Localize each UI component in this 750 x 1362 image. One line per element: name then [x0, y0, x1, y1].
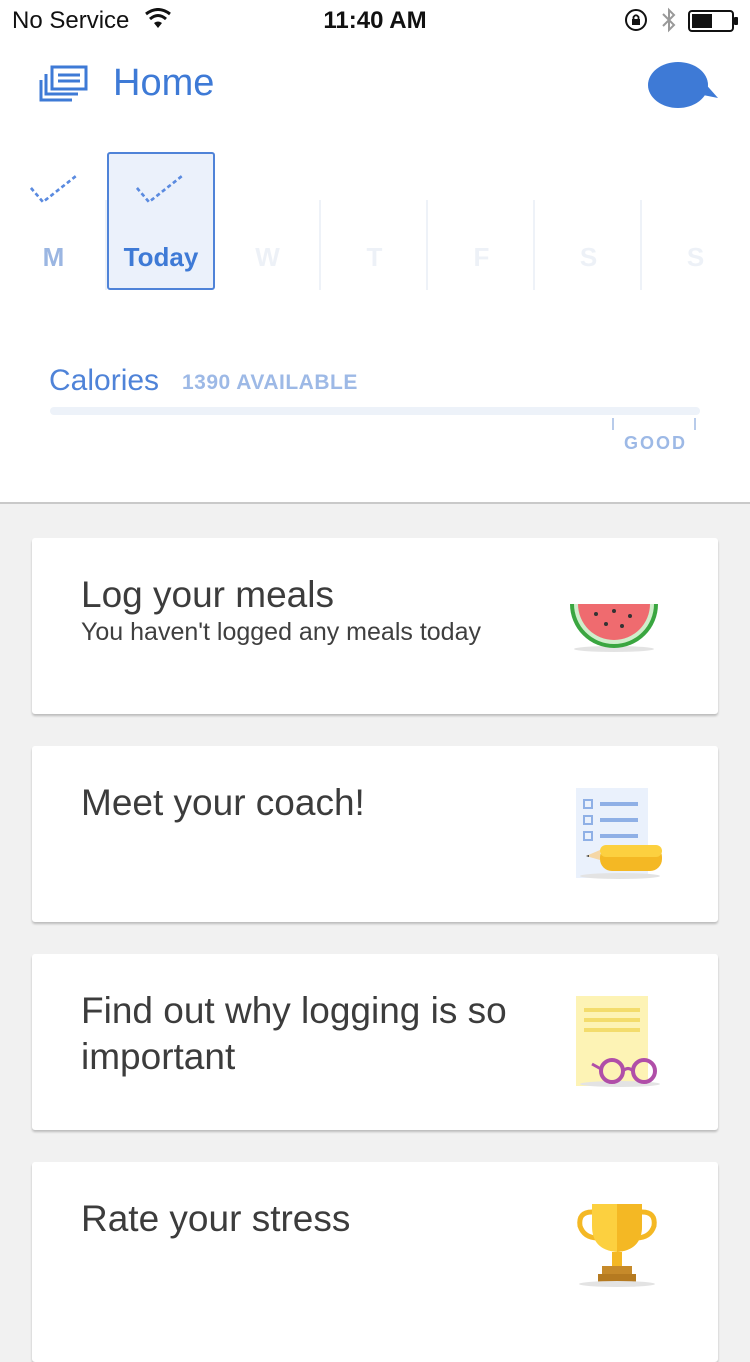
dashed-check-icon [136, 175, 183, 204]
page-title: Home [113, 62, 215, 104]
card-title: Find out why logging is so important [81, 990, 507, 1077]
day-label: T [366, 242, 383, 272]
card-logging-importance[interactable]: Find out why logging is so important [32, 954, 718, 1130]
day-label: F [473, 242, 490, 272]
day-saturday[interactable]: S [535, 200, 642, 290]
trophy-icon [577, 1204, 657, 1287]
week-strip: M W T F S S Today [0, 150, 750, 292]
day-label: W [255, 242, 280, 272]
calories-progress-track [50, 407, 700, 415]
battery-icon [688, 10, 738, 32]
card-rate-stress[interactable]: Rate your stress [32, 1162, 718, 1362]
bluetooth-icon [662, 7, 676, 33]
card-subtitle: You haven't logged any meals today [81, 618, 481, 646]
card-title: Rate your stress [81, 1198, 351, 1239]
card-title: Log your meals [81, 574, 334, 615]
watermelon-icon [570, 604, 658, 652]
day-sunday[interactable]: S [642, 200, 749, 290]
day-monday[interactable]: M [0, 200, 107, 290]
day-label: S [579, 242, 598, 272]
day-friday[interactable]: F [428, 200, 535, 290]
day-wednesday[interactable]: W [214, 200, 321, 290]
status-bar: No Service 11:40 AM [0, 0, 750, 40]
card-title: Meet your coach! [81, 782, 365, 823]
card-meet-coach[interactable]: Meet your coach! [32, 746, 718, 922]
day-label: M [42, 242, 65, 272]
range-tick [694, 418, 696, 430]
notes-glasses-icon [576, 996, 660, 1087]
calories-range-label: GOOD [624, 433, 688, 453]
day-label: S [686, 242, 705, 272]
dashed-check-icon [30, 175, 77, 204]
day-thursday[interactable]: T [321, 200, 428, 290]
range-tick [612, 418, 614, 430]
calories-available: 1390 AVAILABLE [182, 371, 358, 394]
calories-label: Calories [49, 364, 160, 397]
day-label: Today [123, 242, 199, 272]
card-log-meals[interactable]: Log your meals You haven't logged any me… [32, 538, 718, 714]
checklist-pencil-icon [576, 788, 662, 879]
chat-bubble-icon[interactable] [646, 60, 720, 112]
layers-icon[interactable] [38, 64, 90, 104]
orientation-lock-icon [625, 9, 647, 31]
